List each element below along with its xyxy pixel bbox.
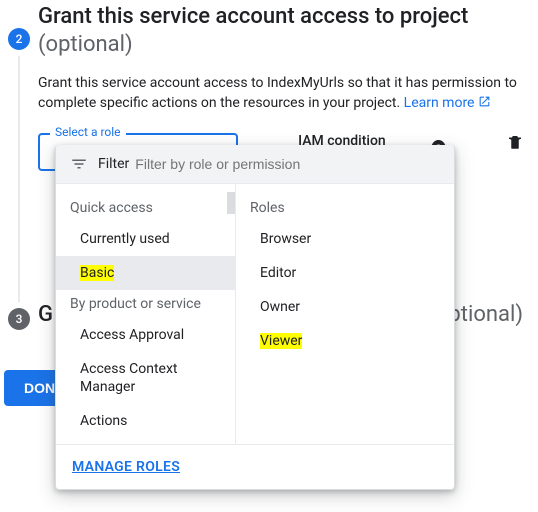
step-2-optional: (optional) bbox=[38, 32, 133, 57]
manage-roles-link[interactable]: MANAGE ROLES bbox=[72, 459, 180, 475]
open-in-new-icon bbox=[478, 95, 491, 108]
step-2-title: Grant this service account access to pro… bbox=[38, 3, 524, 59]
trash-icon bbox=[506, 133, 524, 151]
step-2-description: Grant this service account access to Ind… bbox=[38, 73, 524, 113]
step-3-title: G bbox=[38, 302, 53, 327]
role-picker-panel: Filter Quick access Currently used Basic… bbox=[55, 145, 455, 490]
role-list-column: Roles Browser Editor Owner Viewer bbox=[236, 184, 454, 444]
step-2-title-text: Grant this service account access to pro… bbox=[38, 4, 468, 29]
category-access-approval[interactable]: Access Approval bbox=[56, 318, 235, 352]
step-2-badge: 2 bbox=[8, 28, 30, 50]
filter-icon bbox=[70, 155, 88, 173]
step-3-badge: 3 bbox=[8, 308, 30, 330]
category-basic[interactable]: Basic bbox=[56, 256, 235, 290]
role-filter-input[interactable] bbox=[133, 155, 440, 173]
delete-role-button[interactable] bbox=[506, 133, 524, 155]
quick-access-header: Quick access bbox=[56, 194, 235, 222]
step-3-optional: ptional) bbox=[448, 302, 523, 327]
roles-header: Roles bbox=[236, 194, 454, 222]
role-viewer[interactable]: Viewer bbox=[236, 324, 454, 358]
highlight: Basic bbox=[80, 265, 114, 281]
select-role-label: Select a role bbox=[50, 125, 126, 139]
role-editor[interactable]: Editor bbox=[236, 256, 454, 290]
step-connector-line bbox=[18, 56, 20, 302]
highlight: Viewer bbox=[260, 333, 302, 349]
category-currently-used[interactable]: Currently used bbox=[56, 222, 235, 256]
role-category-column: Quick access Currently used Basic By pro… bbox=[56, 184, 236, 444]
role-owner[interactable]: Owner bbox=[236, 290, 454, 324]
role-browser[interactable]: Browser bbox=[236, 222, 454, 256]
learn-more-link[interactable]: Learn more bbox=[404, 95, 491, 111]
category-actions[interactable]: Actions bbox=[56, 404, 235, 438]
category-access-context-manager[interactable]: Access Context Manager bbox=[56, 352, 235, 404]
filter-label: Filter bbox=[98, 156, 129, 172]
scrollbar-thumb[interactable] bbox=[227, 192, 235, 214]
role-filter-bar[interactable]: Filter bbox=[56, 145, 454, 184]
by-product-header: By product or service bbox=[56, 290, 235, 318]
